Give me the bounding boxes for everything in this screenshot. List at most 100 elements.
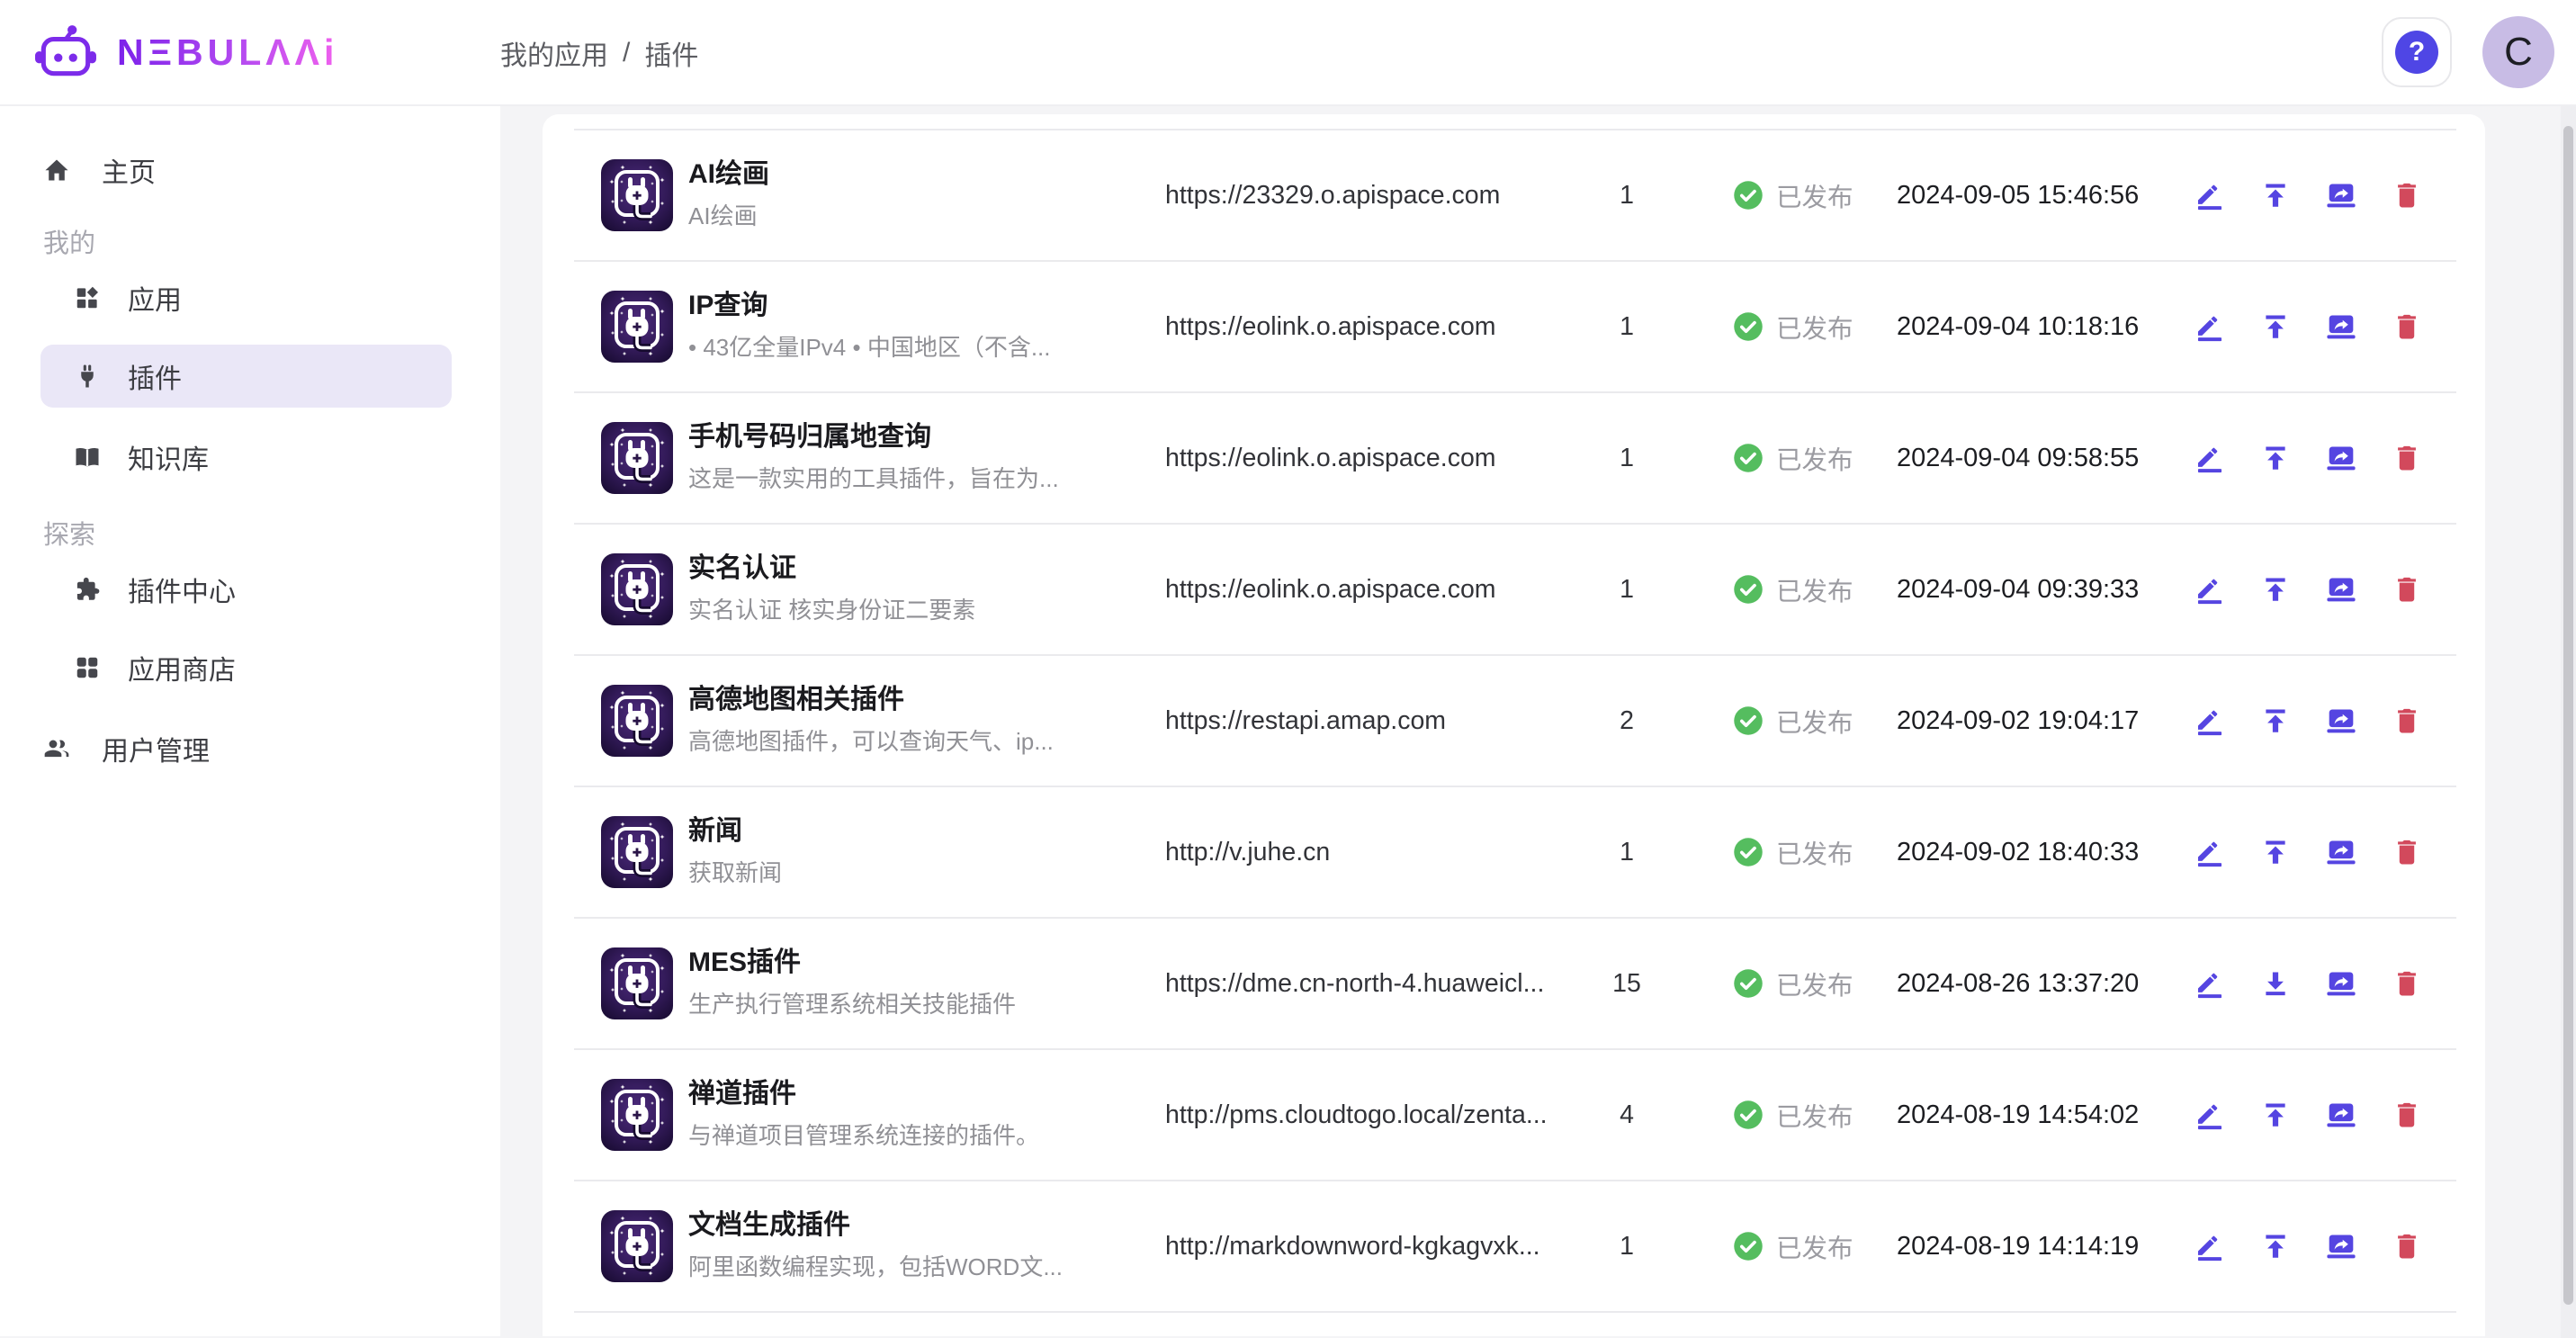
edit-icon xyxy=(2195,705,2225,736)
question-mark-icon: ? xyxy=(2395,31,2438,74)
plugin-url: https://dme.cn-north-4.huaweicl... xyxy=(1132,969,1546,999)
plugin-description: AI绘画 xyxy=(688,198,769,231)
plugin-name: 手机号码归属地查询 xyxy=(688,422,1059,453)
plugin-tile-icon xyxy=(601,422,673,494)
delete-button[interactable] xyxy=(2392,442,2424,474)
trash-icon xyxy=(2392,968,2422,999)
plugin-tile-icon xyxy=(601,685,673,757)
edit-icon xyxy=(2195,311,2225,342)
plugin-cell: 手机号码归属地查询 这是一款实用的工具插件，旨在为... xyxy=(574,422,1132,494)
sidebar-item-app-store[interactable]: 应用商店 xyxy=(40,636,452,699)
plugin-url: http://v.juhe.cn xyxy=(1132,838,1546,867)
sidebar-item-plugin-center[interactable]: 插件中心 xyxy=(40,558,452,621)
plugin-description: 生产执行管理系统相关技能插件 xyxy=(688,986,1016,1019)
trash-icon xyxy=(2392,837,2422,867)
transfer-icon xyxy=(2260,968,2291,999)
edit-button[interactable] xyxy=(2195,705,2227,737)
row-actions xyxy=(2140,573,2456,606)
share-button[interactable] xyxy=(2326,1099,2358,1131)
scrollbar-thumb[interactable] xyxy=(2563,126,2573,1305)
edit-button[interactable] xyxy=(2195,1230,2227,1262)
sidebar-item-plugins[interactable]: 插件 xyxy=(40,345,452,408)
edit-button[interactable] xyxy=(2195,967,2227,1000)
plugin-count: 1 xyxy=(1546,838,1708,867)
delete-button[interactable] xyxy=(2392,179,2424,211)
row-actions xyxy=(2140,1230,2456,1262)
share-button[interactable] xyxy=(2326,179,2358,211)
plugin-cell: MES插件 生产执行管理系统相关技能插件 xyxy=(574,947,1132,1019)
help-button[interactable]: ? xyxy=(2382,17,2452,87)
delete-button[interactable] xyxy=(2392,967,2424,1000)
plug-icon xyxy=(74,363,101,390)
top-navbar: NΞBULΛΛi 我的应用 / 插件 ? C xyxy=(0,0,2576,106)
delete-button[interactable] xyxy=(2392,1099,2424,1131)
avatar[interactable]: C xyxy=(2482,16,2554,88)
edit-button[interactable] xyxy=(2195,573,2227,606)
transfer-button[interactable] xyxy=(2260,573,2293,606)
plugin-count: 1 xyxy=(1546,181,1708,211)
sidebar-item-knowledge[interactable]: 知识库 xyxy=(40,426,452,489)
transfer-button[interactable] xyxy=(2260,310,2293,343)
navbar-right: ? C xyxy=(2382,16,2554,88)
scrollbar-track[interactable] xyxy=(2561,106,2576,1338)
delete-button[interactable] xyxy=(2392,705,2424,737)
edit-button[interactable] xyxy=(2195,442,2227,474)
plugin-cell: AI绘画 AI绘画 xyxy=(574,159,1132,231)
trash-icon xyxy=(2392,1100,2422,1130)
plugin-cell: 禅道插件 与禅道项目管理系统连接的插件。 xyxy=(574,1079,1132,1151)
edit-button[interactable] xyxy=(2195,179,2227,211)
row-actions xyxy=(2140,1099,2456,1131)
edit-button[interactable] xyxy=(2195,310,2227,343)
transfer-button[interactable] xyxy=(2260,705,2293,737)
transfer-button[interactable] xyxy=(2260,967,2293,1000)
share-button[interactable] xyxy=(2326,442,2358,474)
plugin-status: 已发布 xyxy=(1708,834,1897,871)
table-row: AI绘画 AI绘画 https://23329.o.apispace.com 1… xyxy=(574,130,2456,262)
transfer-button[interactable] xyxy=(2260,1099,2293,1131)
puzzle-icon xyxy=(74,576,101,603)
plugin-description: 这是一款实用的工具插件，旨在为... xyxy=(688,461,1059,494)
share-button[interactable] xyxy=(2326,705,2358,737)
plugin-url: https://23329.o.apispace.com xyxy=(1132,181,1546,211)
trash-icon xyxy=(2392,574,2422,605)
sidebar-item-user-management[interactable]: 用户管理 xyxy=(40,717,452,780)
transfer-button[interactable] xyxy=(2260,836,2293,868)
table-row: 禅道插件 与禅道项目管理系统连接的插件。 http://pms.cloudtog… xyxy=(574,1050,2456,1181)
plugin-count: 1 xyxy=(1546,1232,1708,1262)
edit-button[interactable] xyxy=(2195,1099,2227,1131)
sidebar: 主页 我的 应用 插件 知识库 探索 插件中心 应用商店 用户管理 xyxy=(0,106,500,1336)
plugin-name: AI绘画 xyxy=(688,159,769,191)
delete-button[interactable] xyxy=(2392,836,2424,868)
transfer-button[interactable] xyxy=(2260,1230,2293,1262)
screen-share-icon xyxy=(2326,1231,2356,1262)
share-button[interactable] xyxy=(2326,967,2358,1000)
transfer-icon xyxy=(2260,180,2291,211)
breadcrumb-parent[interactable]: 我的应用 xyxy=(500,33,608,73)
delete-button[interactable] xyxy=(2392,573,2424,606)
transfer-icon xyxy=(2260,574,2291,605)
share-button[interactable] xyxy=(2326,310,2358,343)
screen-share-icon xyxy=(2326,968,2356,999)
transfer-icon xyxy=(2260,837,2291,867)
share-button[interactable] xyxy=(2326,836,2358,868)
transfer-button[interactable] xyxy=(2260,442,2293,474)
sidebar-item-label: 应用 xyxy=(128,278,182,318)
share-button[interactable] xyxy=(2326,1230,2358,1262)
plugin-table-card: AI绘画 AI绘画 https://23329.o.apispace.com 1… xyxy=(543,114,2485,1336)
plugin-url: http://markdownword-kgkagvxk... xyxy=(1132,1232,1546,1262)
edit-button[interactable] xyxy=(2195,836,2227,868)
delete-button[interactable] xyxy=(2392,1230,2424,1262)
plugin-count: 15 xyxy=(1546,969,1708,999)
delete-button[interactable] xyxy=(2392,310,2424,343)
sidebar-item-home[interactable]: 主页 xyxy=(40,140,452,200)
page-body: 主页 我的 应用 插件 知识库 探索 插件中心 应用商店 用户管理 xyxy=(0,106,2576,1336)
brand-logo[interactable]: NΞBULΛΛi xyxy=(34,23,338,81)
share-button[interactable] xyxy=(2326,573,2358,606)
check-circle-icon xyxy=(1732,442,1764,474)
sidebar-item-apps[interactable]: 应用 xyxy=(40,266,452,329)
table-row: 手机号码归属地查询 这是一款实用的工具插件，旨在为... https://eol… xyxy=(574,393,2456,525)
plugin-updated-at: 2024-09-02 18:40:33 xyxy=(1897,838,2140,867)
plugin-name: 高德地图相关插件 xyxy=(688,685,1054,716)
transfer-button[interactable] xyxy=(2260,179,2293,211)
status-label: 已发布 xyxy=(1776,571,1853,608)
